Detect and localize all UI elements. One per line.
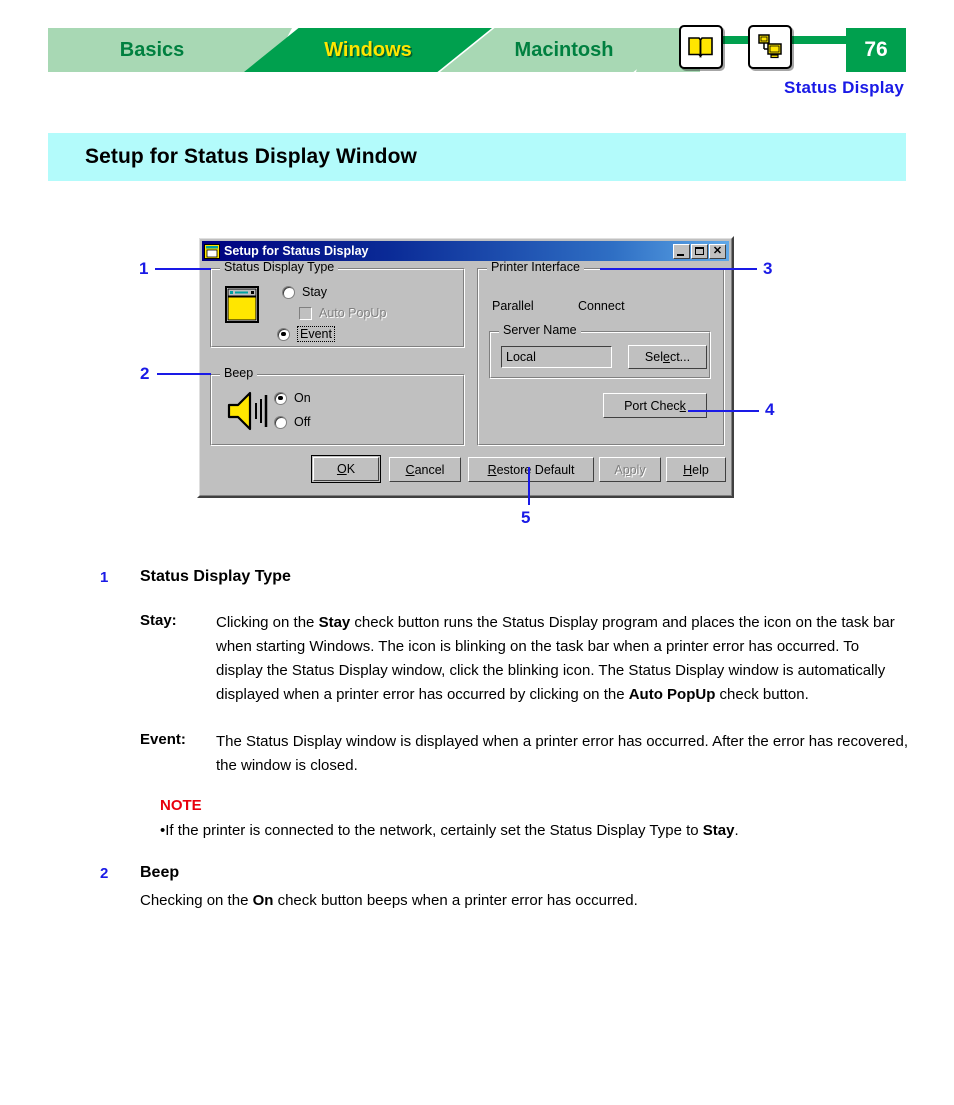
printer-window-icon [204,243,220,259]
section-label: Status Display [784,78,904,97]
server-name-group-label: Server Name [499,324,581,337]
radio-beep-off-indicator [274,415,287,429]
checkbox-auto-popup[interactable]: Auto PopUp [299,306,386,320]
help-button-label: Help [683,462,709,477]
status-display-type-group-label: Status Display Type [220,261,339,274]
note-label: NOTE [160,797,202,814]
printer-interface-group-label: Printer Interface [487,261,584,274]
term-stay: Stay: [140,612,177,629]
setup-status-display-dialog: Setup for Status Display ✕ Status Displa… [197,236,734,498]
callout-1-line [155,268,211,270]
close-icon: ✕ [712,244,723,257]
apply-button-label: Apply [614,462,646,477]
callout-2-line [157,373,211,375]
term-stay-text: Clicking on the Stay check button runs t… [216,614,895,703]
minimize-icon [677,253,684,256]
callout-4-number: 4 [765,400,775,419]
dialog-title: Setup for Status Display [224,244,369,258]
restore-default-button[interactable]: Restore Default [468,457,594,482]
ok-button-default-ring: OK [311,455,381,483]
maximize-icon [695,247,704,255]
page-title-banner: Setup for Status Display Window [48,133,906,181]
server-name-input[interactable]: Local [501,346,612,368]
minimize-button[interactable] [673,243,690,259]
radio-beep-on-label: On [294,391,311,405]
speaker-icon [227,391,268,431]
callout-5-number: 5 [521,508,531,527]
status-display-type-group: Status Display Type Stay Auto PopUp Even… [210,261,465,348]
radio-stay[interactable]: Stay [282,285,327,299]
radio-beep-off-label: Off [294,415,311,429]
callout-5-line [528,467,530,505]
radio-event-label: Event [297,326,335,342]
book-icon-glyph [688,37,713,58]
printer-interface-group: Printer Interface Parallel Connect Serve… [477,261,725,446]
radio-beep-on[interactable]: On [274,391,311,405]
callout-3-line [600,268,757,270]
section-1-heading: Status Display Type [140,568,291,585]
radio-beep-off[interactable]: Off [274,415,310,429]
callout-2-number: 2 [140,364,150,383]
term-event-text: The Status Display window is displayed w… [216,733,908,774]
callout-4-line [688,410,759,412]
port-check-button-label: Port Check [624,398,686,413]
ok-button[interactable]: OK [313,457,379,481]
callout-1-number: 1 [139,259,149,278]
checkbox-auto-popup-indicator [299,306,312,320]
tab-basics-label: Basics [119,38,185,61]
apply-button[interactable]: Apply [599,457,661,482]
page-title: Setup for Status Display Window [85,145,417,168]
page-number-text: 76 [864,38,888,61]
tab-basics[interactable]: Basics [48,28,256,72]
beep-group: Beep On Off [210,367,465,446]
tab-macintosh-label: Macintosh [514,38,614,61]
restore-default-button-label: Restore Default [487,462,575,477]
maximize-button[interactable] [691,243,708,259]
server-name-value: Local [506,350,536,364]
radio-beep-on-indicator [274,391,287,405]
server-name-group: Server Name Local Select... [489,324,711,379]
select-button[interactable]: Select... [628,345,707,369]
radio-event-indicator [277,327,290,341]
network-printer-icon[interactable] [748,25,792,69]
dialog-titlebar[interactable]: Setup for Status Display ✕ [202,241,729,261]
note-body: If the printer is connected to the netwo… [165,822,739,839]
radio-stay-label: Stay [302,285,328,299]
beep-group-label: Beep [220,367,258,380]
cancel-button-label: Cancel [405,462,445,477]
cancel-button[interactable]: Cancel [389,457,461,482]
ok-button-label: OK [336,462,356,476]
network-printer-icon-glyph [758,34,782,59]
help-button[interactable]: Help [666,457,726,482]
yellow-window-icon [225,286,259,323]
note-text: •If the printer is connected to the netw… [160,820,908,842]
radio-event[interactable]: Event [277,326,335,342]
parallel-label: Parallel [492,299,534,313]
select-button-label: Select... [644,350,691,364]
page-number-badge: 76 [846,28,906,72]
book-icon[interactable] [679,25,723,69]
section-2-heading: Beep [140,864,180,881]
section-2-text: Checking on the On check button beeps wh… [140,892,638,909]
section-2-number: 2 [100,865,109,882]
port-check-button[interactable]: Port Check [603,393,707,418]
checkbox-auto-popup-label: Auto PopUp [319,306,387,320]
close-button[interactable]: ✕ [709,243,726,259]
term-event: Event: [140,731,186,748]
tab-windows-label: Windows [324,38,412,61]
connect-label: Connect [578,299,625,313]
callout-3-number: 3 [763,259,773,278]
section-1-number: 1 [100,569,109,586]
radio-stay-indicator [282,285,295,299]
